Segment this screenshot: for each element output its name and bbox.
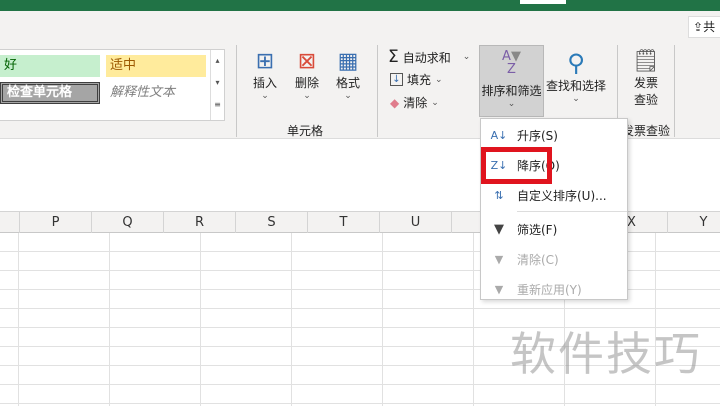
- column-header[interactable]: Y: [667, 212, 720, 233]
- custom-sort-icon: ⇅: [494, 188, 504, 202]
- sort-filter-menu: A↓ 升序(S) Z↓ 降序(O) ⇅ 自定义排序(U)... ▼ 筛选(F) ▼ 清除(…: [480, 118, 628, 300]
- share-button[interactable]: ⇪共: [688, 16, 720, 38]
- title-bar: [0, 0, 720, 11]
- column-header[interactable]: U: [379, 212, 451, 233]
- menu-item-reapply: ▼ 重新应用(Y): [481, 275, 627, 303]
- insert-button[interactable]: ⊞ 插入 ⌄: [248, 49, 282, 101]
- magnifier-icon: ⚲: [567, 49, 585, 77]
- separator: [674, 45, 675, 137]
- reapply-icon: ▼: [494, 282, 504, 296]
- gallery-scrollbar[interactable]: ▴ ▾ ≡: [210, 50, 224, 120]
- styles-gallery: 好 适中 检查单元格 解释性文本 ▴ ▾ ≡: [0, 49, 225, 121]
- sigma-icon: Σ: [388, 47, 399, 67]
- delete-button[interactable]: ⊠ 删除 ⌄: [290, 49, 324, 101]
- style-explanatory[interactable]: 解释性文本: [106, 82, 206, 104]
- clear-filter-icon: ▼: [494, 252, 504, 266]
- clear-button[interactable]: ◆ 清除 ⌄: [390, 94, 439, 111]
- style-good[interactable]: 好: [0, 55, 100, 77]
- format-button[interactable]: ▦ 格式 ⌄: [331, 49, 365, 101]
- separator: [236, 45, 237, 137]
- column-header[interactable]: R: [163, 212, 235, 233]
- sort-filter-button[interactable]: A▼ Z 排序和筛选 ⌄: [479, 45, 544, 117]
- find-select-button[interactable]: ⚲ 查找和选择 ⌄: [545, 49, 607, 104]
- sort-filter-icon: A▼ Z: [502, 49, 521, 77]
- column-header[interactable]: Q: [91, 212, 163, 233]
- style-check-cell[interactable]: 检查单元格: [0, 82, 100, 104]
- watermark: 软件技巧: [510, 327, 702, 381]
- menu-item-clear-filter: ▼ 清除(C): [481, 245, 627, 273]
- menu-item-sort-ascending[interactable]: A↓ 升序(S): [481, 121, 627, 149]
- format-cells-icon: ▦: [337, 49, 359, 74]
- eraser-icon: ◆: [390, 95, 400, 110]
- invoice-check-button[interactable]: 🗒 发票 查验: [627, 49, 665, 108]
- menu-item-filter[interactable]: ▼ 筛选(F): [481, 215, 627, 243]
- column-header[interactable]: T: [307, 212, 379, 233]
- share-icon: ⇪: [693, 20, 704, 34]
- invoice-icon: 🗒: [632, 49, 660, 74]
- insert-cells-icon: ⊞: [255, 49, 275, 74]
- style-neutral[interactable]: 适中: [106, 55, 206, 77]
- menu-item-custom-sort[interactable]: ⇅ 自定义排序(U)...: [481, 181, 627, 209]
- delete-cells-icon: ⊠: [297, 49, 317, 74]
- column-header[interactable]: S: [235, 212, 307, 233]
- autosum-button[interactable]: Σ 自动求和 ⌄: [388, 47, 470, 67]
- column-header[interactable]: P: [19, 212, 91, 233]
- fill-button[interactable]: ↓ 填充 ⌄: [390, 71, 443, 88]
- highlight-box: [481, 147, 552, 184]
- separator: [377, 45, 378, 137]
- filter-icon: ▼: [494, 221, 504, 237]
- sort-ascending-icon: A↓: [490, 128, 508, 142]
- fill-down-icon: ↓: [390, 73, 403, 86]
- menu-separator: [517, 211, 627, 212]
- cells-group-label: 单元格: [286, 124, 323, 138]
- title-tab[interactable]: [520, 0, 566, 4]
